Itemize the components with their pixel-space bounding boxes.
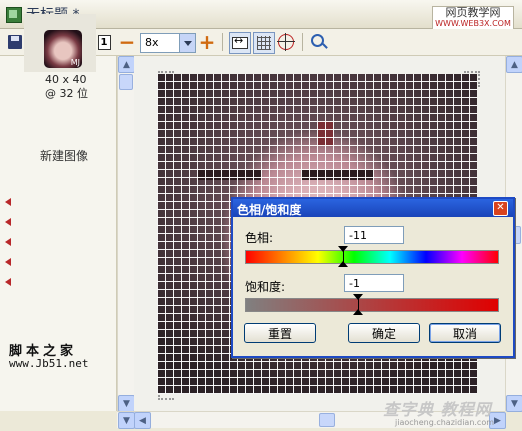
thumbnail-label: MJ (70, 58, 80, 67)
save-button[interactable] (5, 32, 25, 52)
saturation-slider-handle-bottom[interactable] (353, 309, 364, 315)
scroll-down-icon[interactable]: ▼ (118, 395, 135, 412)
scroll-down-icon[interactable]: ▼ (118, 412, 135, 429)
hue-input[interactable]: -11 (344, 226, 404, 244)
crosshair-icon (277, 33, 295, 51)
left-panel-scrollbar[interactable]: ▲ ▼ (117, 56, 135, 412)
grid-toggle-button[interactable] (253, 32, 275, 54)
scroll-up-icon[interactable]: ▲ (118, 56, 135, 73)
arrow-left-icon[interactable] (5, 218, 11, 226)
fit-width-button[interactable] (229, 32, 251, 54)
fit-width-icon (232, 34, 248, 49)
hue-slider-handle-bottom[interactable] (338, 261, 349, 267)
scroll-left-icon[interactable]: ◀ (134, 412, 151, 429)
site-watermark-text: 网页教学网 (445, 6, 501, 19)
saturation-label: 饱和度: (245, 280, 286, 294)
crosshair-button[interactable] (276, 32, 296, 52)
close-icon[interactable]: ✕ (493, 201, 508, 216)
grid-icon (257, 36, 271, 50)
hue-label: 色相: (245, 231, 274, 245)
zoom-value: 8x (145, 36, 159, 49)
zoom-select[interactable]: 8x (140, 33, 196, 53)
zoom-in-icon: + (198, 30, 216, 54)
scroll-down-icon[interactable]: ▼ (506, 395, 522, 412)
chevron-down-icon[interactable] (179, 34, 195, 52)
magnifier-button[interactable] (309, 32, 329, 52)
hue-slider[interactable] (245, 250, 499, 264)
zoom-out-button[interactable]: − (117, 32, 137, 52)
saturation-input[interactable]: -1 (344, 274, 404, 292)
new-image-link[interactable]: 新建图像 (40, 147, 88, 164)
bottom-watermark-url: jiaocheng.chazidian.com (395, 418, 495, 427)
canvas-pixels (301, 170, 373, 180)
bottom-watermark: 查字典 教程网 (383, 400, 492, 419)
image-depth: @ 32 位 (45, 87, 88, 100)
saturation-slider[interactable] (245, 298, 499, 312)
arrow-left-icon[interactable] (5, 198, 11, 206)
save-icon (8, 35, 22, 49)
scroll-up-icon[interactable]: ▲ (506, 56, 522, 73)
arrow-left-icon[interactable] (5, 238, 11, 246)
actual-size-button[interactable]: 1 (94, 32, 114, 52)
arrow-left-icon[interactable] (5, 258, 11, 266)
reset-button[interactable]: 重置 (244, 323, 316, 343)
canvas-pixels (197, 170, 261, 180)
cancel-button[interactable]: 取消 (429, 323, 501, 343)
scroll-thumb[interactable] (319, 413, 335, 427)
zoom-in-button[interactable]: + (197, 32, 217, 52)
dialog-title-bar: 色相/饱和度 ✕ (233, 199, 513, 217)
image-thumbnail[interactable]: MJ (44, 30, 82, 68)
dialog-title: 色相/饱和度 (237, 203, 302, 217)
magnifier-icon (311, 34, 324, 47)
arrow-left-icon[interactable] (5, 278, 11, 286)
hue-saturation-dialog: 色相/饱和度 ✕ 色相: -11 饱和度: -1 重置 确定 取消 (231, 197, 515, 358)
ok-button[interactable]: 确定 (348, 323, 420, 343)
app-icon (6, 7, 22, 23)
canvas-pixels (317, 122, 333, 146)
toolbar-separator (222, 33, 223, 51)
site-watermark: 网页教学网 WWW.WEB3X.COM (432, 6, 514, 30)
scroll-thumb[interactable] (119, 74, 133, 90)
actual-size-icon: 1 (97, 34, 111, 50)
site-watermark-url: WWW.WEB3X.COM (435, 19, 511, 28)
footer-site-url: www.Jb51.net (9, 357, 89, 370)
zoom-out-icon: − (118, 30, 136, 54)
toolbar-separator (302, 33, 303, 51)
